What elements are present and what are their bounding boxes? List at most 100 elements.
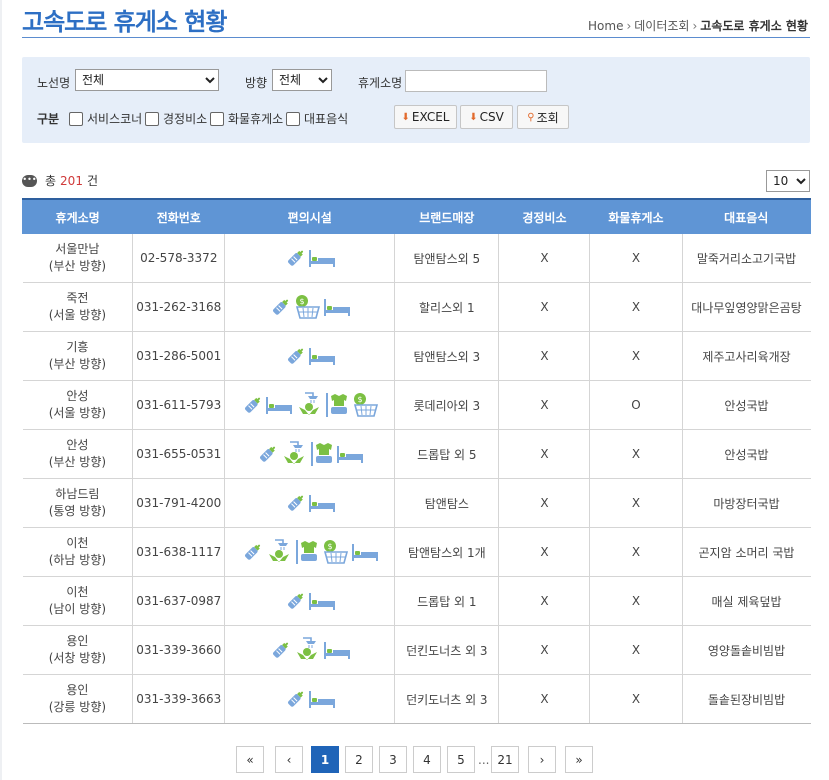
count-prefix: 총 xyxy=(45,174,57,188)
rest-area-name-label: 휴게소명 xyxy=(358,76,403,90)
checkbox-truck-rest[interactable]: 화물휴게소 xyxy=(210,110,283,127)
basket-icon: $ xyxy=(321,539,349,565)
page-button-2[interactable]: 2 xyxy=(345,746,373,773)
cell-phone: 031-262-3168 xyxy=(132,282,225,332)
bed-icon xyxy=(265,394,293,416)
left-border xyxy=(0,0,2,780)
next-page-button[interactable]: › xyxy=(528,746,556,773)
checkbox-label: 서비스코너 xyxy=(87,112,143,126)
table-header-row: 휴게소명 전화번호 편의시설 브랜드매장 경정비소 화물휴게소 대표음식 xyxy=(21,198,811,234)
route-select[interactable]: 전체 xyxy=(75,69,219,91)
cell-food: 영양돌솥비빔밥 xyxy=(681,625,811,675)
cell-facilities: $ xyxy=(224,282,395,332)
rest-area-name: 용인 xyxy=(66,683,89,697)
search-button[interactable]: ⚲ 조회 xyxy=(517,105,569,129)
col-header-phone: 전화번호 xyxy=(132,198,226,234)
laundry-icon xyxy=(325,392,349,418)
checkbox-label: 대표음식 xyxy=(304,112,349,126)
checkbox-box[interactable] xyxy=(145,111,159,126)
cell-phone: 031-286-5001 xyxy=(132,331,225,381)
table-row[interactable]: 이천 (하남 방향) 031-638-1117 $ 탐앤탐스외 1개 X X 곤지암 소머리 … xyxy=(22,527,811,577)
breadcrumb-home[interactable]: Home xyxy=(588,19,623,33)
table-row[interactable]: 안성 (서울 방향) 031-611-5793 $ 롯데리아외 3 X O 안성국밥 xyxy=(22,380,811,430)
checkbox-service-corner[interactable]: 서비스코너 xyxy=(69,110,142,127)
page-button-3[interactable]: 3 xyxy=(379,746,407,773)
search-icon: ⚲ xyxy=(527,111,535,123)
cell-repair: X xyxy=(498,576,590,626)
count-number: 201 xyxy=(60,173,83,188)
rest-area-table: 휴게소명 전화번호 편의시설 브랜드매장 경정비소 화물휴게소 대표음식 서울만… xyxy=(21,198,811,724)
cell-brand: 탐앤탐스외 5 xyxy=(394,234,499,283)
rest-area-name: 안성 xyxy=(66,438,89,452)
last-page-button[interactable]: » xyxy=(565,746,593,773)
breadcrumb-data[interactable]: 데이터조회 xyxy=(634,19,689,33)
cell-food: 제주고사리육개장 xyxy=(681,331,811,381)
checkbox-signature-food[interactable]: 대표음식 xyxy=(286,110,348,127)
table-row[interactable]: 안성 (부산 방향) 031-655-0531 드롭탑 외 5 X X 안성국밥 xyxy=(22,429,811,479)
bed-icon xyxy=(308,247,336,269)
download-icon: ⬇ xyxy=(469,111,478,123)
checkbox-repair-shop[interactable]: 경정비소 xyxy=(145,110,207,127)
cell-truck: X xyxy=(589,331,682,381)
cell-repair: X xyxy=(498,282,590,332)
bed-icon xyxy=(323,296,351,318)
cell-phone: 031-638-1117 xyxy=(132,527,225,577)
rest-area-name: 하남드림 xyxy=(55,487,100,501)
excel-button[interactable]: ⬇ EXCEL xyxy=(394,105,457,129)
cell-repair: X xyxy=(498,429,590,479)
nursing-bottle-icon xyxy=(241,394,263,416)
table-row[interactable]: 서울만남 (부산 방향) 02-578-3372 탐앤탐스외 5 X X 말죽거리소고기국밥 xyxy=(22,234,811,283)
bed-icon xyxy=(308,345,336,367)
bed-icon xyxy=(351,541,379,563)
cell-name: 이천 (남이 방향) xyxy=(22,576,133,626)
page-button-5[interactable]: 5 xyxy=(447,746,475,773)
direction-label: 방향 xyxy=(245,76,268,90)
page-button-last-number[interactable]: 21 xyxy=(491,746,519,773)
cell-food: 말죽거리소고기국밥 xyxy=(681,234,811,283)
route-label: 노선명 xyxy=(37,76,71,90)
direction-select[interactable]: 전체 xyxy=(272,69,332,91)
cell-repair: X xyxy=(498,527,590,577)
shower-icon xyxy=(280,441,308,467)
table-row[interactable]: 기흥 (부산 방향) 031-286-5001 탐앤탐스외 3 X X 제주고사리육개장 xyxy=(22,331,811,381)
rest-area-name-input[interactable] xyxy=(405,70,547,92)
page-button-1[interactable]: 1 xyxy=(311,746,339,773)
breadcrumb-current: 고속도로 휴게소 현황 xyxy=(700,19,808,33)
cell-brand: 드롭탑 외 1 xyxy=(394,576,499,626)
checkbox-box[interactable] xyxy=(286,111,300,126)
cell-name: 이천 (하남 방향) xyxy=(22,527,133,577)
table-row[interactable]: 용인 (강릉 방향) 031-339-3663 던키도너츠 외 3 X X 돌솥된장비빔밥 xyxy=(22,674,811,724)
nursing-bottle-icon xyxy=(284,590,306,612)
checkbox-box[interactable] xyxy=(210,111,224,126)
rest-area-name: 기흥 xyxy=(66,340,89,354)
cell-food: 안성국밥 xyxy=(681,429,811,479)
cell-facilities: $ xyxy=(224,380,395,430)
prev-page-button[interactable]: ‹ xyxy=(275,746,303,773)
checkbox-box[interactable] xyxy=(69,111,83,126)
table-row[interactable]: 죽전 (서울 방향) 031-262-3168 $ 할리스외 1 X X 대나무잎영양맑은곰탕 xyxy=(22,282,811,332)
cell-name: 안성 (부산 방향) xyxy=(22,429,133,479)
cell-brand: 롯데리아외 3 xyxy=(394,380,499,430)
bed-icon xyxy=(323,639,351,661)
rest-area-direction: (서울 방향) xyxy=(48,406,107,420)
basket-icon: $ xyxy=(351,392,379,418)
cell-repair: X xyxy=(498,234,590,283)
cell-brand: 탐앤탐스 xyxy=(394,478,499,528)
cell-name: 용인 (서창 방향) xyxy=(22,625,133,675)
chevron-right-icon: › xyxy=(626,19,632,33)
rest-area-direction: (하남 방향) xyxy=(48,553,107,567)
cell-phone: 031-791-4200 xyxy=(132,478,225,528)
page-button-4[interactable]: 4 xyxy=(413,746,441,773)
first-page-button[interactable]: « xyxy=(236,746,264,773)
page-size-select[interactable]: 10 xyxy=(766,170,810,192)
table-row[interactable]: 이천 (남이 방향) 031-637-0987 드롭탑 외 1 X X 매실 제육덮밥 xyxy=(22,576,811,626)
table-row[interactable]: 용인 (서창 방향) 031-339-3660 던킨도너츠 외 3 X X 영양돌솥비빔밥 xyxy=(22,625,811,675)
rest-area-name: 안성 xyxy=(66,389,89,403)
nursing-bottle-icon xyxy=(284,492,306,514)
csv-button[interactable]: ⬇ CSV xyxy=(460,105,513,129)
table-row[interactable]: 하남드림 (통영 방향) 031-791-4200 탐앤탐스 X X 마방장터국밥 xyxy=(22,478,811,528)
rest-area-name: 용인 xyxy=(66,634,89,648)
nursing-bottle-icon xyxy=(284,247,306,269)
laundry-icon xyxy=(310,441,334,467)
page-header: 고속도로 휴게소 현황 Home › 데이터조회 › 고속도로 휴게소 현황 xyxy=(22,0,810,38)
